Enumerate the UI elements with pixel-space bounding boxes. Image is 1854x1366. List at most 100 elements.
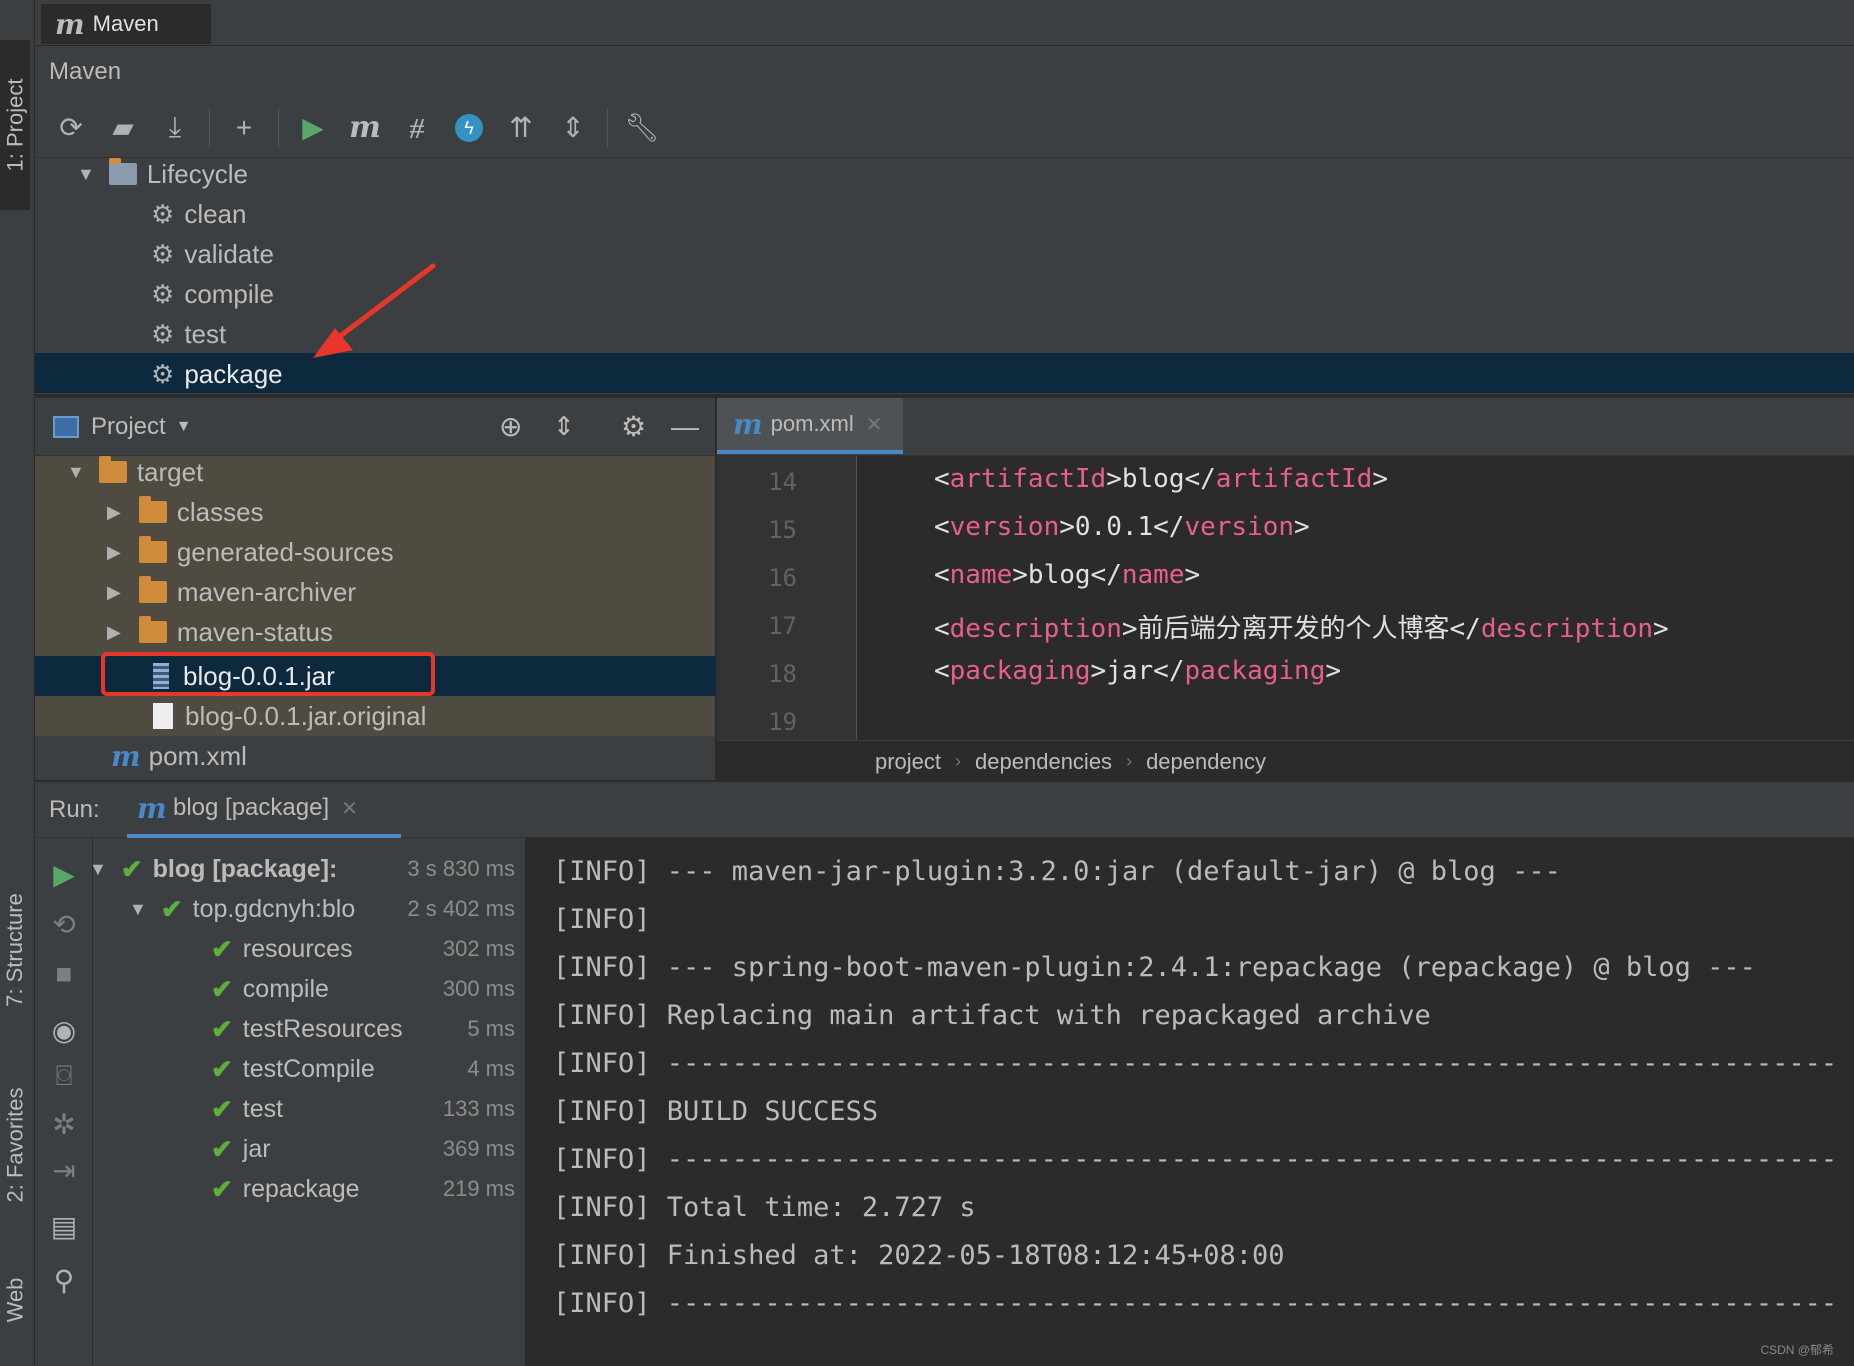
breadcrumb-item[interactable]: project: [875, 749, 941, 775]
pin-icon[interactable]: ⚲: [35, 1264, 93, 1297]
maven-goal-icon[interactable]: m: [343, 106, 387, 150]
run-item-label: repackage: [242, 1174, 360, 1203]
toolbar-separator: [607, 107, 608, 148]
locate-icon[interactable]: ⊕: [499, 410, 522, 443]
import-icon[interactable]: ⇥: [35, 1154, 93, 1187]
stop-icon[interactable]: ■: [35, 958, 93, 990]
add-icon[interactable]: +: [222, 106, 266, 150]
run-panel-header: Run: m blog [package] ✕: [35, 782, 1854, 838]
breadcrumb-item[interactable]: dependencies: [975, 749, 1112, 775]
run-label: Run:: [49, 796, 100, 823]
chevron-right-icon[interactable]: ▶: [107, 502, 121, 523]
line-number: 19: [768, 708, 797, 736]
editor-tab-bar: m pom.xml ✕: [717, 398, 1854, 456]
run-tree-item[interactable]: ✔ testCompile 4 ms: [211, 1050, 525, 1088]
project-view-selector[interactable]: Project: [91, 413, 166, 441]
run-item-time: 4 ms: [467, 1056, 515, 1081]
toggle-offline-icon[interactable]: ⧣: [395, 106, 439, 150]
run-tree-item[interactable]: ✔ jar 369 ms: [211, 1130, 525, 1168]
tool-window-favorites[interactable]: 2: Favorites: [0, 1060, 30, 1230]
collapse-all-icon[interactable]: ⇕: [551, 106, 595, 150]
tree-node-target[interactable]: ▼ target: [67, 452, 203, 492]
chevron-down-icon[interactable]: ▼: [89, 859, 107, 880]
code-line: <description>前后端分离开发的个人博客</description>: [934, 614, 1669, 644]
tree-node-jar-original[interactable]: blog-0.0.1.jar.original: [153, 696, 426, 736]
settings-wrench-icon[interactable]: 🔧︎: [620, 106, 664, 150]
download-icon[interactable]: ⤓: [153, 106, 197, 150]
run-tree-item[interactable]: ✔ compile 300 ms: [211, 970, 525, 1008]
code-line: <name>blog</name>: [934, 560, 1201, 590]
breadcrumb: project › dependencies › dependency: [717, 740, 1854, 782]
toolbar-separator: [209, 107, 210, 148]
code-editor[interactable]: <artifactId>blog</artifactId> <version>0…: [858, 456, 1854, 740]
camera-icon[interactable]: ⌼: [35, 1060, 93, 1093]
tree-node-classes[interactable]: ▶ classes: [107, 492, 264, 532]
tree-node-maven-archiver[interactable]: ▶ maven-archiver: [107, 572, 356, 612]
maven-window-tab[interactable]: m Maven: [41, 4, 211, 44]
annotation-highlight-box: [101, 652, 435, 696]
check-icon: ✔: [211, 973, 233, 1004]
close-icon[interactable]: ✕: [866, 412, 883, 437]
chevron-right-icon[interactable]: ▶: [107, 622, 121, 643]
toolbar-separator: [278, 107, 279, 148]
debug-icon[interactable]: ✲: [35, 1108, 93, 1141]
chevron-right-icon[interactable]: ▶: [107, 582, 121, 603]
show-dependencies-icon[interactable]: ⇈: [499, 106, 543, 150]
tool-window-web[interactable]: Web: [0, 1250, 30, 1350]
close-icon[interactable]: ✕: [341, 796, 358, 821]
console-line: [INFO] BUILD SUCCESS: [553, 1096, 879, 1127]
minimize-icon[interactable]: —: [671, 411, 699, 443]
reload-icon[interactable]: ⟳: [49, 106, 93, 150]
eye-icon[interactable]: ◉: [35, 1014, 93, 1047]
collapse-icon[interactable]: ⇕: [553, 411, 575, 442]
rerun-failed-icon[interactable]: ⟲: [35, 908, 93, 941]
console-line: [INFO] Finished at: 2022-05-18T08:12:45+…: [553, 1240, 1285, 1271]
tree-node-generated-sources[interactable]: ▶ generated-sources: [107, 532, 394, 572]
run-side-toolbar: ▶ ⟲ ■ ◉ ⌼ ✲ ⇥ ▤ ⚲: [35, 838, 93, 1366]
run-tree-item[interactable]: ▼ ✔ top.gdcnyh:blo 2 s 402 ms: [129, 890, 525, 928]
chevron-right-icon[interactable]: ▶: [107, 542, 121, 563]
run-tree-item[interactable]: ✔ resources 302 ms: [211, 930, 525, 968]
run-icon[interactable]: ▶: [291, 106, 335, 150]
chevron-down-icon[interactable]: ▼: [67, 462, 85, 483]
run-tab-blog-package[interactable]: m blog [package] ✕: [127, 782, 401, 838]
run-item-label: blog [package]:: [152, 854, 338, 883]
line-number: 14: [768, 468, 797, 496]
tool-window-structure[interactable]: 7: Structure: [0, 860, 30, 1040]
check-icon: ✔: [211, 1133, 233, 1164]
rerun-icon[interactable]: ▶: [35, 858, 93, 891]
line-number: 18: [768, 660, 797, 688]
code-line: <packaging>jar</packaging>: [934, 656, 1342, 686]
tool-window-project[interactable]: 1: Project: [0, 40, 30, 210]
layout-icon[interactable]: ▤: [35, 1210, 93, 1243]
run-item-time: 219 ms: [442, 1176, 515, 1201]
chevron-down-icon[interactable]: ▼: [176, 418, 192, 436]
run-item-time: 369 ms: [442, 1136, 515, 1161]
run-tree-item[interactable]: ✔ repackage 219 ms: [211, 1170, 525, 1208]
code-line: <version>0.0.1</version>: [934, 512, 1310, 542]
breadcrumb-item[interactable]: dependency: [1146, 749, 1266, 775]
tree-node-maven-status[interactable]: ▶ maven-status: [107, 612, 333, 652]
run-tree: ▼ ✔ blog [package]: 3 s 830 ms ▼ ✔ top.gdcnyh…: [89, 838, 525, 1366]
maven-panel-title: Maven: [49, 58, 122, 85]
maven-icon: m: [137, 791, 167, 825]
maven-file-icon: m: [111, 739, 141, 773]
line-number-gutter: 14 15 16 17 18 19: [717, 456, 857, 740]
generate-sources-icon[interactable]: ▰: [101, 106, 145, 150]
annotation-arrow: [313, 263, 436, 358]
run-tree-item[interactable]: ✔ testResources 5 ms: [211, 1010, 525, 1048]
editor-tab-pom[interactable]: m pom.xml ✕: [717, 398, 903, 454]
run-tab-label: blog [package]: [173, 794, 330, 821]
run-tree-item[interactable]: ▼ ✔ blog [package]: 3 s 830 ms: [89, 850, 525, 888]
chevron-down-icon[interactable]: ▼: [129, 899, 147, 920]
console-output[interactable]: [INFO] --- maven-jar-plugin:3.2.0:jar (d…: [525, 838, 1854, 1366]
web-tool-label: Web: [2, 1277, 27, 1323]
run-tree-item[interactable]: ✔ test 133 ms: [211, 1090, 525, 1128]
tree-node-label: generated-sources: [176, 536, 394, 567]
skip-tests-icon[interactable]: ϟ: [447, 106, 491, 150]
project-panel-header: Project ▼ ⊕ ⇕ ⚙ —: [35, 398, 715, 456]
gear-icon[interactable]: ⚙: [621, 410, 646, 443]
tree-node-pom[interactable]: m pom.xml: [111, 736, 247, 776]
console-line: [INFO]: [553, 904, 651, 935]
run-item-label: testCompile: [242, 1054, 375, 1083]
